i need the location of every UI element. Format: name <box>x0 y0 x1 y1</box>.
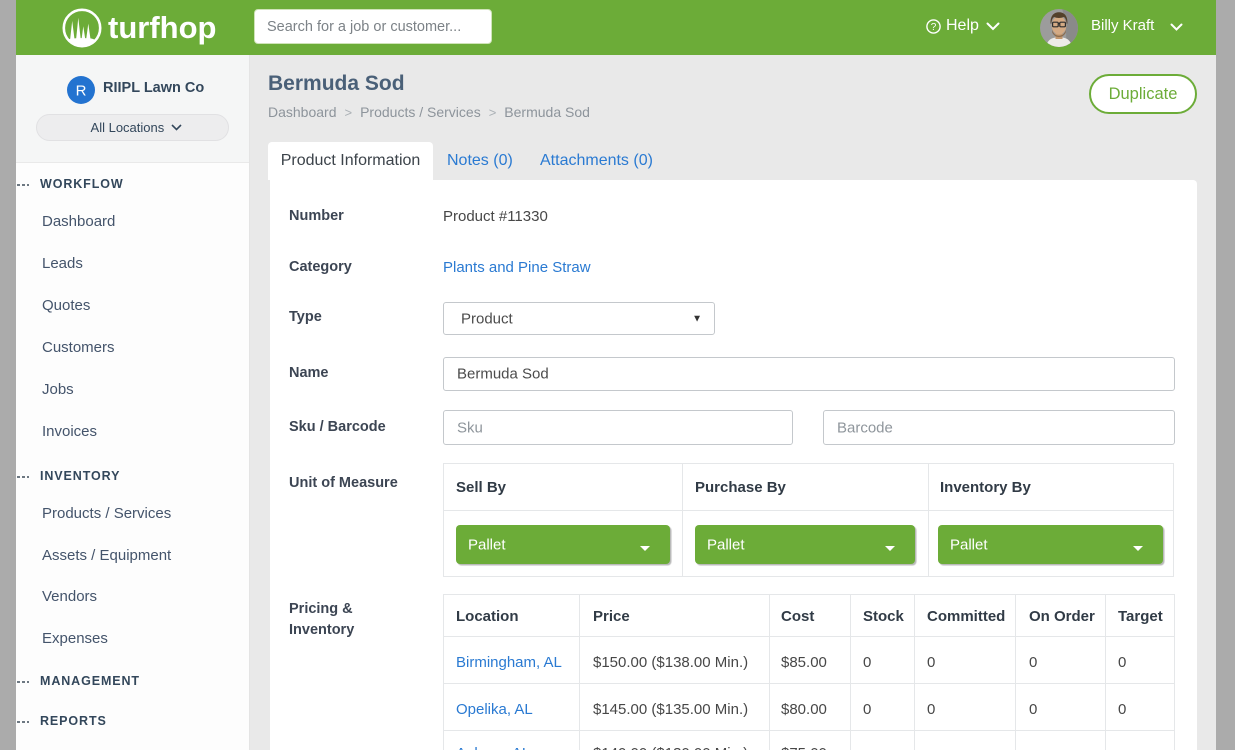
svg-text:?: ? <box>931 22 937 33</box>
svg-text:R: R <box>76 83 87 100</box>
